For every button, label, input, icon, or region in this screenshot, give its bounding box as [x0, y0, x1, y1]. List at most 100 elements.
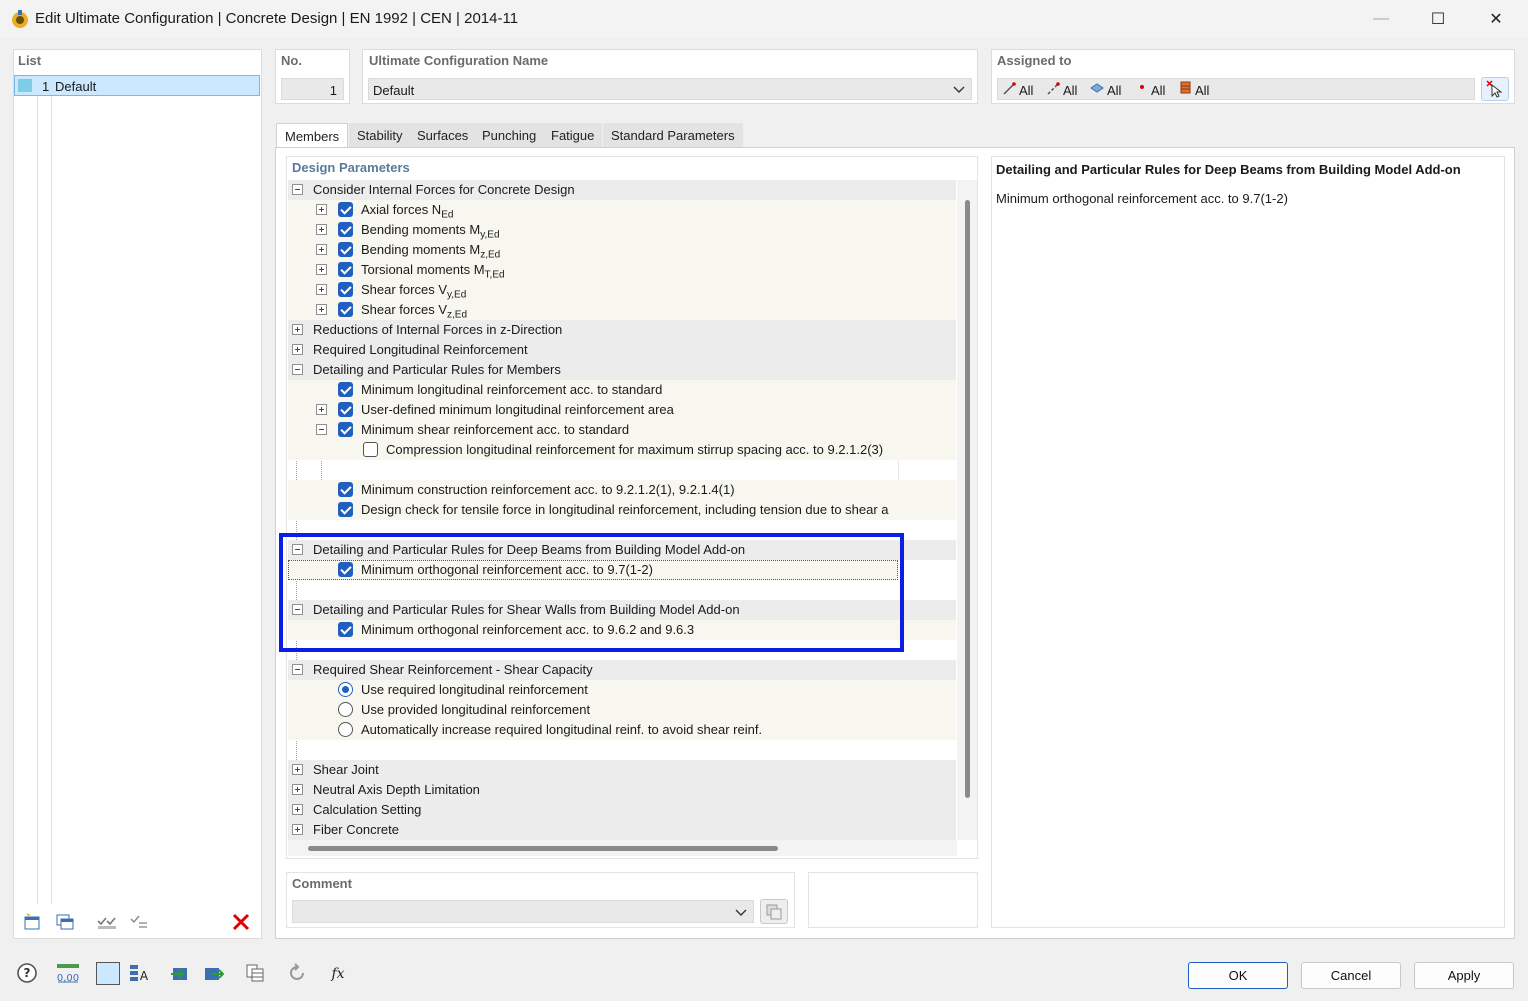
checkbox-construction-reinforcement[interactable]	[338, 482, 353, 497]
group-longitudinal-reinforcement[interactable]: Required Longitudinal Reinforcement	[288, 340, 956, 360]
collapse-icon[interactable]	[292, 364, 303, 375]
tree-row-bending-my[interactable]: Bending moments My,Ed	[288, 220, 956, 241]
radio-auto-increase[interactable]	[338, 722, 353, 737]
assigned-members: All	[1019, 83, 1034, 98]
text-style-button[interactable]: A	[126, 960, 152, 986]
collapse-icon[interactable]	[292, 184, 303, 195]
group-fiber-concrete[interactable]: Fiber Concrete	[288, 820, 956, 840]
group-neutral-axis[interactable]: Neutral Axis Depth Limitation	[288, 780, 956, 800]
node-icon	[1140, 85, 1144, 89]
pick-cursor-icon	[1486, 80, 1503, 98]
group-shear-reinforcement[interactable]: Required Shear Reinforcement - Shear Cap…	[288, 660, 956, 680]
tree-row-min-longitudinal[interactable]: Minimum longitudinal reinforcement acc. …	[288, 380, 956, 400]
expand-icon[interactable]	[292, 804, 303, 815]
tree-row-bending-mz[interactable]: Bending moments Mz,Ed	[288, 240, 956, 261]
design-parameters-header: Design Parameters	[292, 160, 410, 175]
group-shear-joint[interactable]: Shear Joint	[288, 760, 956, 780]
tree-row-min-shear[interactable]: Minimum shear reinforcement acc. to stan…	[288, 420, 956, 440]
reset-button[interactable]	[284, 960, 310, 986]
collapse-icon[interactable]	[316, 424, 327, 435]
units-button[interactable]: 0,00	[55, 960, 81, 986]
help-button[interactable]: ?	[14, 960, 40, 986]
tree-row-use-provided[interactable]: Use provided longitudinal reinforcement	[288, 700, 956, 720]
ok-button[interactable]: OK	[1188, 962, 1288, 989]
tab-stability[interactable]: Stability	[349, 123, 412, 147]
checkbox-torsional[interactable]	[338, 262, 353, 277]
expand-icon[interactable]	[316, 224, 327, 235]
tree-row-user-defined-min[interactable]: User-defined minimum longitudinal reinfo…	[288, 400, 956, 420]
group-calculation-setting[interactable]: Calculation Setting	[288, 800, 956, 820]
scrollbar-thumb[interactable]	[308, 846, 778, 851]
svg-text:fx: fx	[330, 966, 344, 982]
checkbox-tensile-force[interactable]	[338, 502, 353, 517]
tree-row-shear-vz[interactable]: Shear forces Vz,Ed	[288, 300, 956, 321]
checkbox-bending-mz[interactable]	[338, 242, 353, 257]
delete-button[interactable]	[228, 909, 254, 935]
tree-row-auto-increase[interactable]: Automatically increase required longitud…	[288, 720, 956, 740]
tree-row-tensile-force[interactable]: Design check for tensile force in longit…	[288, 500, 956, 520]
checkbox-shear-vy[interactable]	[338, 282, 353, 297]
expand-icon[interactable]	[292, 324, 303, 335]
uncheck-all-button[interactable]	[127, 909, 153, 935]
number-field[interactable]: 1	[281, 78, 344, 100]
vertical-scrollbar[interactable]	[957, 180, 977, 840]
checkbox-axial-forces[interactable]	[338, 202, 353, 217]
expand-icon[interactable]	[292, 344, 303, 355]
config-name-select[interactable]: Default	[368, 78, 972, 100]
collapse-icon[interactable]	[292, 664, 303, 675]
tab-standard-parameters[interactable]: Standard Parameters	[603, 123, 744, 147]
maximize-button[interactable]: ☐	[1409, 0, 1467, 38]
checkbox-shear-vz[interactable]	[338, 302, 353, 317]
expand-icon[interactable]	[292, 784, 303, 795]
radio-use-provided[interactable]	[338, 702, 353, 717]
checkbox-bending-my[interactable]	[338, 222, 353, 237]
checkbox-min-shear[interactable]	[338, 422, 353, 437]
expand-icon[interactable]	[316, 304, 327, 315]
export-button[interactable]	[200, 960, 226, 986]
table-button[interactable]	[242, 960, 268, 986]
horizontal-scrollbar[interactable]	[288, 840, 957, 856]
tab-fatigue[interactable]: Fatigue	[543, 123, 604, 147]
new-item-button[interactable]	[19, 909, 45, 935]
checkbox-compression-longitudinal[interactable]	[363, 442, 378, 457]
expand-icon[interactable]	[316, 404, 327, 415]
tab-punching[interactable]: Punching	[474, 123, 546, 147]
check-all-button[interactable]	[94, 909, 120, 935]
formula-button[interactable]: fx	[325, 960, 351, 986]
comment-library-button[interactable]	[760, 899, 788, 924]
checkbox-min-longitudinal[interactable]	[338, 382, 353, 397]
export-icon	[205, 968, 224, 980]
expand-icon[interactable]	[316, 204, 327, 215]
expand-icon[interactable]	[316, 284, 327, 295]
tree-row-axial-forces[interactable]: Axial forces NEd	[288, 200, 956, 221]
checkbox-user-defined-min[interactable]	[338, 402, 353, 417]
select-objects-button[interactable]	[1481, 77, 1509, 101]
cancel-button[interactable]: Cancel	[1301, 962, 1401, 989]
scrollbar-thumb[interactable]	[965, 200, 970, 798]
assigned-field[interactable]: All All All All All	[997, 78, 1475, 100]
list-item[interactable]: 1 Default	[14, 75, 260, 96]
expand-icon[interactable]	[316, 264, 327, 275]
radio-use-required[interactable]	[338, 682, 353, 697]
tab-surfaces[interactable]: Surfaces	[409, 123, 478, 147]
expand-icon[interactable]	[292, 764, 303, 775]
close-window-button[interactable]: ✕	[1467, 0, 1525, 38]
tree-row-torsional[interactable]: Torsional moments MT,Ed	[288, 260, 956, 281]
apply-button[interactable]: Apply	[1414, 962, 1514, 989]
tree-row-construction-reinforcement[interactable]: Minimum construction reinforcement acc. …	[288, 480, 956, 500]
tree-row-compression-longitudinal[interactable]: Compression longitudinal reinforcement f…	[288, 440, 956, 460]
tree-row-shear-vy[interactable]: Shear forces Vy,Ed	[288, 280, 956, 301]
group-internal-forces[interactable]: Consider Internal Forces for Concrete De…	[288, 180, 956, 200]
comment-input[interactable]	[292, 900, 754, 923]
minimize-button[interactable]: —	[1352, 0, 1410, 38]
group-reductions[interactable]: Reductions of Internal Forces in z-Direc…	[288, 320, 956, 340]
copy-item-button[interactable]	[52, 909, 78, 935]
expand-icon[interactable]	[316, 244, 327, 255]
expand-icon[interactable]	[292, 824, 303, 835]
group-detailing-members[interactable]: Detailing and Particular Rules for Membe…	[288, 360, 956, 380]
window-title: Edit Ultimate Configuration | Concrete D…	[35, 10, 519, 27]
tree-row-use-required[interactable]: Use required longitudinal reinforcement	[288, 680, 956, 700]
tab-members[interactable]: Members	[276, 123, 349, 148]
import-button[interactable]	[167, 960, 193, 986]
color-button[interactable]	[96, 962, 120, 985]
